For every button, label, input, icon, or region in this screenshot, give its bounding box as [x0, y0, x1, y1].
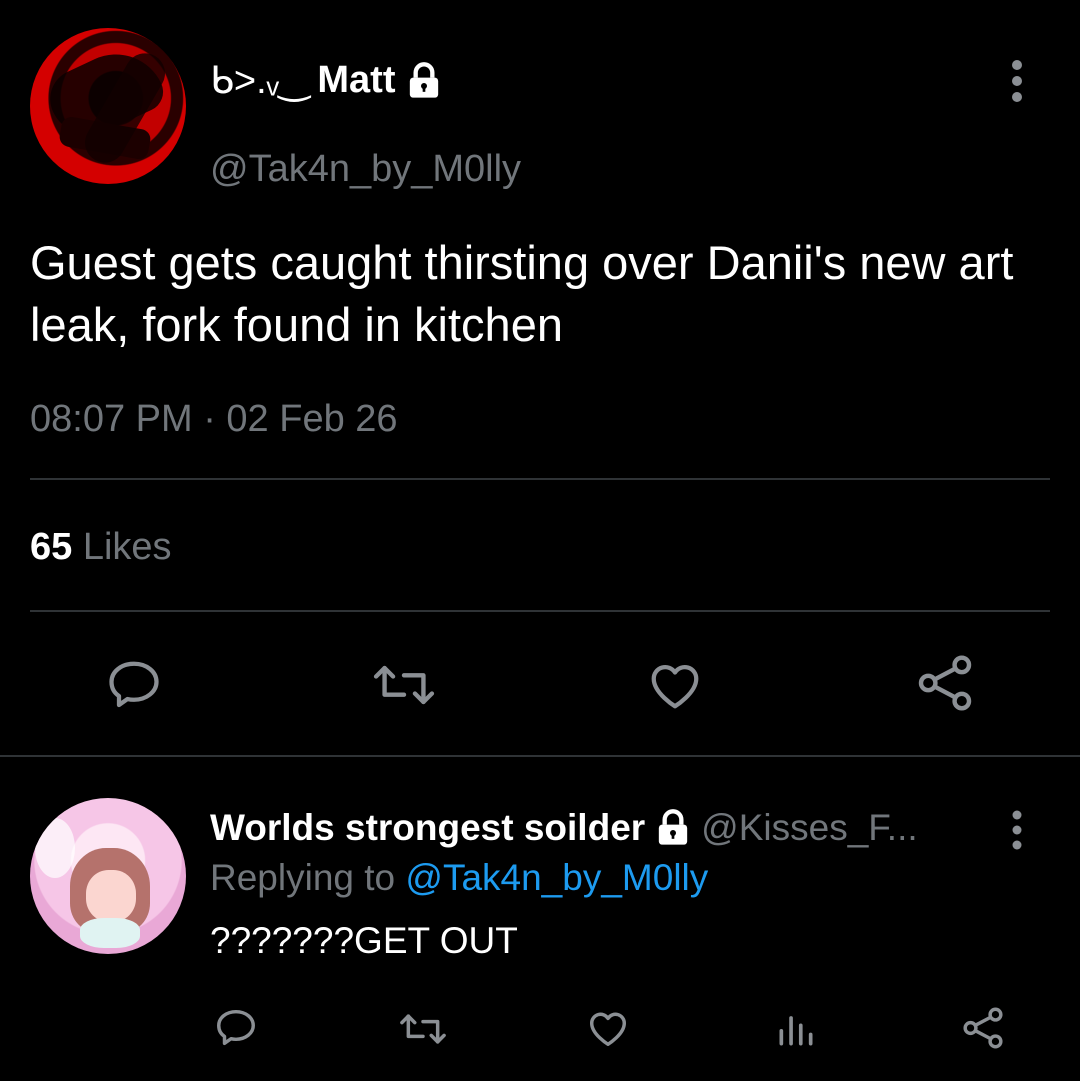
- retweet-icon[interactable]: [397, 1007, 449, 1051]
- tweet-timestamp[interactable]: 08:07 PM · 02 Feb 26: [30, 398, 398, 441]
- reply-handle: @Kisses_F...: [701, 807, 918, 848]
- replying-mention-link[interactable]: @Tak4n_by_M0lly: [405, 857, 708, 898]
- main-tweet: ᑲ>.ᵥ‿ Matt @Tak4n_by_M0lly Guest gets cau…: [0, 0, 1080, 757]
- divider: [30, 610, 1050, 612]
- author-handle[interactable]: @Tak4n_by_M0lly: [210, 148, 521, 191]
- lock-icon: [409, 61, 438, 98]
- display-name-text: Matt: [317, 59, 396, 101]
- likes-label: Likes: [82, 526, 172, 568]
- share-icon[interactable]: [960, 1005, 1006, 1051]
- share-icon[interactable]: [914, 652, 976, 714]
- more-icon[interactable]: [1004, 807, 1030, 853]
- more-icon[interactable]: [1002, 56, 1032, 106]
- display-name-prefix: ᑲ>.ᵥ‿: [210, 60, 310, 102]
- reply-icon[interactable]: [104, 655, 164, 715]
- reply-display-name: Worlds strongest soilder: [210, 807, 646, 848]
- likes-count[interactable]: 65 Likes: [30, 526, 172, 569]
- reply-icon[interactable]: [213, 1005, 259, 1051]
- likes-number: 65: [30, 526, 73, 568]
- replying-to: Replying to @Tak4n_by_M0lly: [210, 857, 708, 899]
- reply-author[interactable]: Worlds strongest soilder @Kisses_F...: [210, 807, 918, 849]
- avatar[interactable]: [30, 28, 186, 184]
- author-display-name[interactable]: ᑲ>.ᵥ‿ Matt: [210, 58, 444, 103]
- analytics-icon[interactable]: [774, 1007, 818, 1051]
- divider: [30, 478, 1050, 480]
- replying-prefix: Replying to: [210, 857, 396, 898]
- reply-text: ???????GET OUT: [210, 920, 518, 961]
- reply-tweet[interactable]: Worlds strongest soilder @Kisses_F... Re…: [0, 757, 1080, 1081]
- like-icon[interactable]: [584, 1005, 632, 1051]
- like-icon[interactable]: [644, 655, 706, 715]
- tweet-text: Guest gets caught thirsting over Danii's…: [30, 236, 1014, 351]
- retweet-icon[interactable]: [370, 655, 438, 715]
- avatar[interactable]: [30, 798, 186, 954]
- lock-icon: [659, 809, 688, 845]
